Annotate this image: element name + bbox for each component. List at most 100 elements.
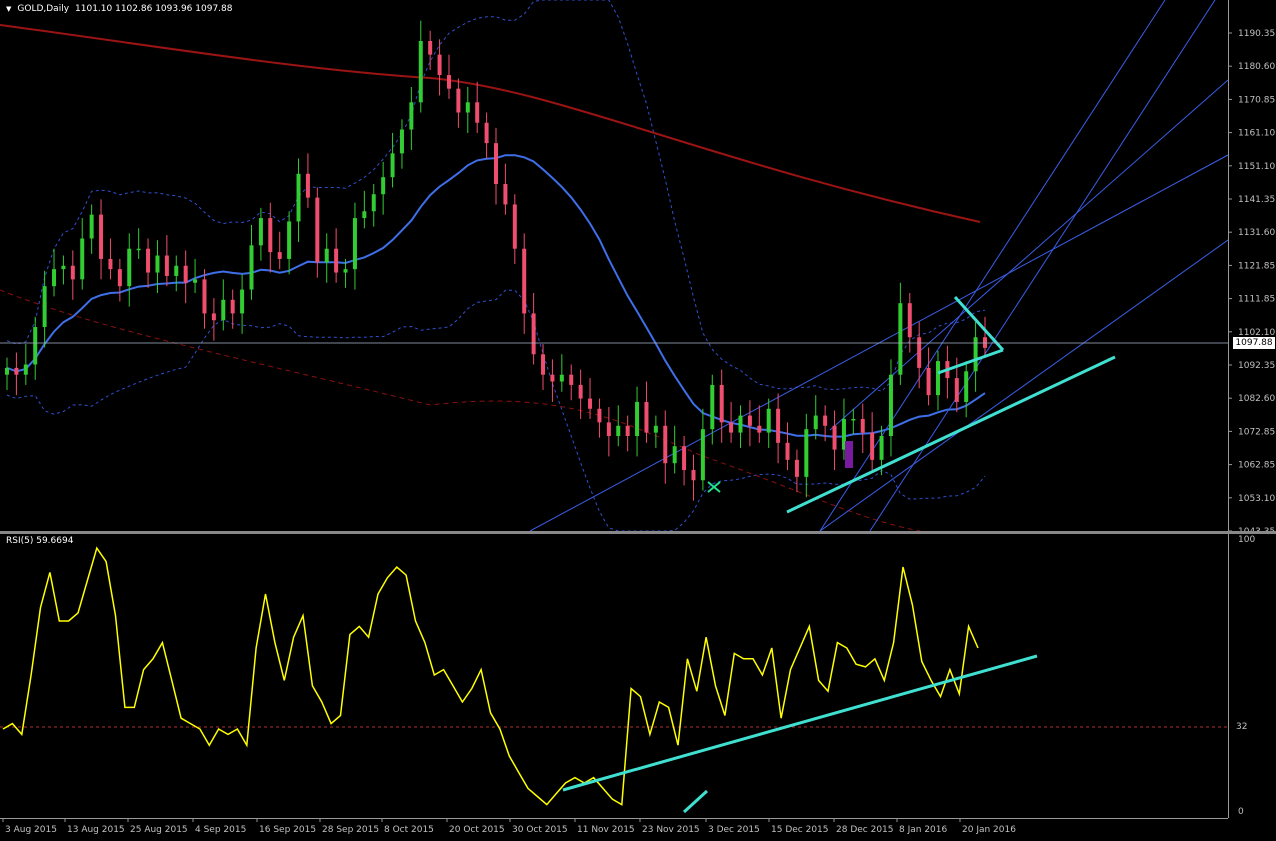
rsi-level-0: 0 (1238, 807, 1244, 817)
candle (324, 233, 329, 283)
candle-body (352, 218, 357, 270)
candle (804, 413, 809, 498)
candle (249, 224, 254, 300)
candle-body (362, 211, 367, 219)
candle (550, 359, 555, 402)
candle-body (879, 435, 884, 460)
rsi-label: RSI(5) 59.6694 (6, 536, 74, 546)
price-chart[interactable] (0, 0, 1228, 531)
candle-body (456, 88, 461, 113)
candle (287, 211, 292, 275)
candle-body (729, 422, 734, 433)
candle-body (691, 470, 696, 481)
time-tick-label: 4 Sep 2015 (195, 825, 246, 835)
candle (52, 248, 57, 297)
candle (334, 228, 339, 283)
candle (559, 354, 564, 392)
candle-body (399, 129, 404, 154)
highlight-box (845, 441, 853, 468)
candle-body (494, 143, 498, 185)
candle (747, 400, 752, 447)
candle (672, 425, 677, 474)
candle (5, 357, 9, 391)
candle (193, 258, 198, 293)
candle-body (578, 384, 583, 399)
candle (935, 350, 940, 411)
candle-body (446, 75, 451, 89)
price-axis-ticks: 1190.35 1180.60 1170.85 1161.10 1151.10 1141.… (1228, 29, 1275, 531)
rsi-series-line (2, 546, 979, 806)
candle (945, 345, 950, 399)
candle (409, 86, 414, 150)
candle (973, 321, 978, 392)
rsi-level-32: 32 (1236, 722, 1248, 732)
price-tick-label: 1121.85 (1238, 261, 1275, 271)
candle-body (146, 248, 151, 273)
candle-body (597, 408, 602, 423)
trend-line[interactable] (953, 295, 1005, 352)
candle (108, 238, 113, 280)
price-tick-label: 1092.35 (1238, 361, 1275, 371)
candle-body (409, 102, 414, 130)
candle (625, 415, 630, 452)
candle-body (70, 265, 75, 280)
candle (362, 190, 367, 229)
rsi-panel[interactable] (0, 534, 1228, 818)
candle-body (174, 265, 179, 276)
candle-body (99, 214, 104, 259)
candle-body (907, 303, 912, 338)
candle-body (324, 248, 329, 263)
candle-body (117, 269, 122, 287)
rsi-trend-line[interactable] (562, 654, 1038, 792)
candle-body (851, 418, 856, 421)
channel-lines (529, 0, 1228, 531)
candle (494, 127, 498, 205)
candle-body (211, 313, 216, 321)
candle-body (738, 415, 743, 433)
candle-body (503, 184, 508, 205)
candle-body (757, 425, 762, 433)
time-tick-label: 28 Dec 2015 (836, 825, 894, 835)
candle-body (898, 303, 903, 375)
candle (136, 228, 141, 259)
price-tick-label: 1170.85 (1238, 95, 1275, 105)
candle-body (5, 367, 9, 375)
candle (653, 415, 658, 448)
candle (390, 132, 395, 188)
candle (832, 410, 837, 471)
candle-body (700, 429, 705, 481)
time-tick-label: 15 Dec 2015 (771, 825, 829, 835)
candle (917, 321, 922, 389)
rsi-trend-line[interactable] (682, 789, 709, 814)
candle (757, 405, 762, 443)
candle-body (381, 177, 386, 195)
rsi-trend-lines[interactable] (562, 654, 1038, 814)
price-tick-label: 1131.60 (1238, 228, 1275, 238)
candle (446, 54, 451, 99)
candle-body (964, 371, 969, 402)
candle (522, 233, 527, 334)
time-tick-label: 28 Sep 2015 (322, 825, 379, 835)
candle-body (465, 102, 470, 113)
candle-body (221, 299, 226, 321)
candle-body (33, 327, 38, 365)
candle (296, 158, 301, 242)
candle-body (983, 337, 987, 348)
time-tick-label: 3 Dec 2015 (708, 825, 760, 835)
candle-body (249, 245, 254, 290)
candle (860, 403, 865, 454)
candle-body (794, 459, 799, 477)
candle (738, 405, 743, 448)
candle-body (672, 446, 677, 464)
candle-body (61, 265, 66, 270)
candle-body (785, 442, 790, 460)
time-tick-label: 23 Nov 2015 (642, 825, 700, 835)
candle (682, 435, 687, 486)
candle (870, 412, 875, 471)
candle (258, 207, 263, 261)
candle (475, 81, 480, 133)
candle-body (287, 221, 292, 259)
channel-line[interactable] (869, 0, 1216, 531)
candle (174, 255, 179, 292)
candle (117, 258, 122, 302)
